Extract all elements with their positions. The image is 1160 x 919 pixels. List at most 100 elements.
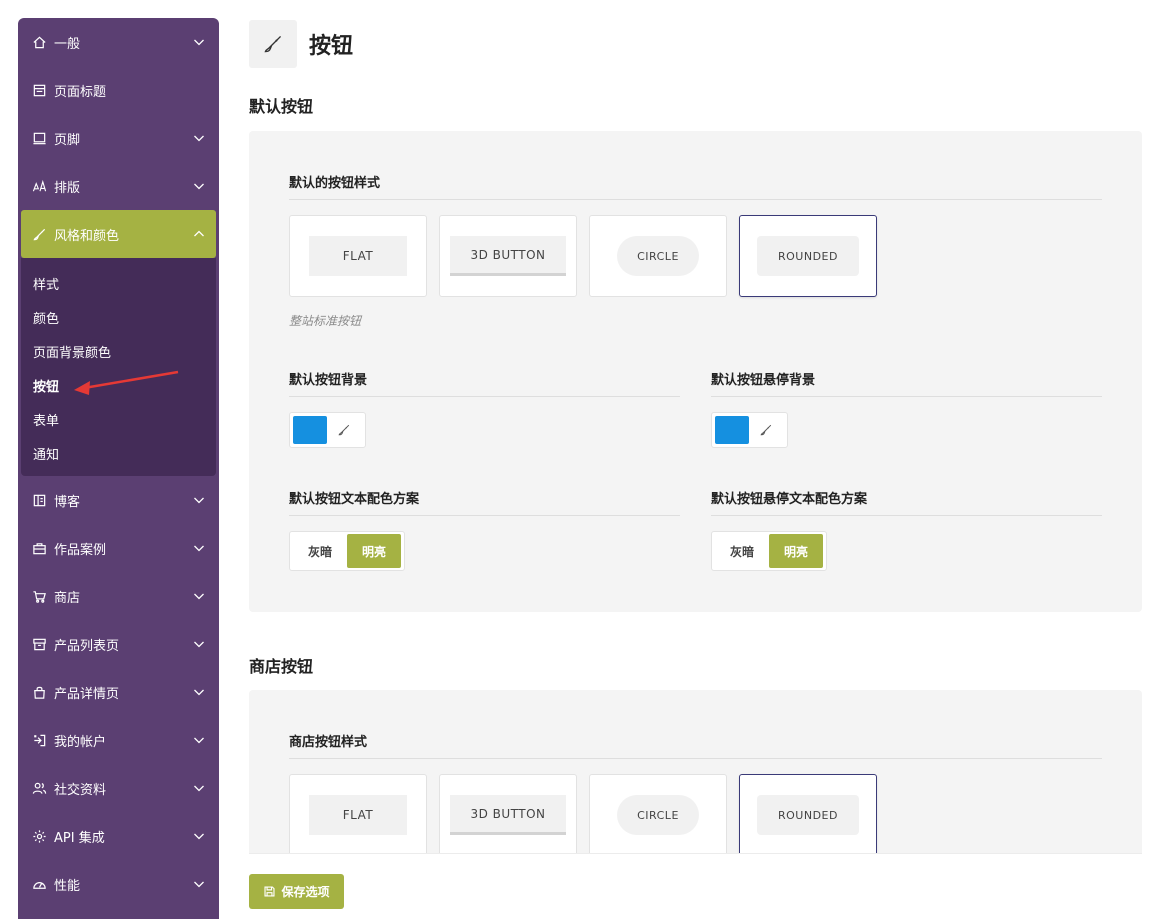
chevron-down-icon[interactable]: [193, 132, 205, 144]
sidebar-item-page-title[interactable]: 页面标题: [18, 66, 219, 114]
chevron-down-icon[interactable]: [193, 782, 205, 794]
chevron-down-icon[interactable]: [193, 590, 205, 602]
chevron-down-icon[interactable]: [193, 686, 205, 698]
text-scheme-toggle[interactable]: 灰暗 明亮: [289, 531, 405, 571]
sidebar-item-social[interactable]: 社交资料: [18, 764, 219, 812]
home-icon: [32, 35, 47, 50]
sidebar-item-label: 作品案例: [54, 542, 107, 558]
submenu-item-style[interactable]: 样式: [21, 266, 216, 300]
sidebar-item-shop[interactable]: 商店: [18, 572, 219, 620]
chevron-down-icon[interactable]: [193, 542, 205, 554]
chevron-down-icon[interactable]: [193, 494, 205, 506]
shop-style-option-rounded[interactable]: ROUNDED: [739, 774, 877, 856]
product-detail-icon: [32, 685, 47, 700]
section-title-default: 默认按钮: [249, 97, 314, 116]
text-scheme-label: 默认按钮文本配色方案: [289, 492, 420, 507]
save-icon: [264, 886, 276, 897]
sidebar-item-typography[interactable]: 排版: [18, 162, 219, 210]
flat-sample: FLAT: [309, 236, 407, 276]
hover-text-scheme-label: 默认按钮悬停文本配色方案: [711, 492, 868, 507]
style-option-flat[interactable]: FLAT: [289, 215, 427, 297]
submenu-item-notices[interactable]: 通知: [21, 436, 216, 470]
3d-sample: 3D BUTTON: [450, 795, 566, 835]
save-button-label: 保存选项: [281, 885, 330, 899]
sidebar-item-product-list[interactable]: 产品列表页: [18, 620, 219, 668]
hover-text-scheme-toggle[interactable]: 灰暗 明亮: [711, 531, 827, 571]
circle-sample: CIRCLE: [617, 795, 699, 835]
scheme-option-light[interactable]: 明亮: [347, 534, 401, 568]
product-list-icon: [32, 637, 47, 652]
hover-scheme-option-light[interactable]: 明亮: [769, 534, 823, 568]
page-title-icon: [32, 83, 47, 98]
bg-color-picker[interactable]: [289, 412, 366, 448]
sidebar-item-label: 我的帐户: [54, 734, 107, 750]
typography-icon: [32, 179, 47, 194]
account-icon: [32, 733, 47, 748]
style-hint: 整站标准按钮: [289, 314, 362, 328]
sidebar-item-label: 性能: [54, 878, 81, 894]
sidebar-item-general[interactable]: 一般: [18, 18, 219, 66]
submenu-item-buttons[interactable]: 按钮: [21, 368, 216, 402]
shop-style-option-flat[interactable]: FLAT: [289, 774, 427, 856]
cart-icon: [32, 589, 47, 604]
sidebar-item-label: 博客: [54, 494, 81, 510]
sidebar-item-portfolio[interactable]: 作品案例: [18, 524, 219, 572]
sidebar-item-performance[interactable]: 性能: [18, 860, 219, 908]
chevron-down-icon[interactable]: [193, 734, 205, 746]
flat-sample: FLAT: [309, 795, 407, 835]
save-bar: 保存选项: [249, 853, 1142, 919]
sidebar-item-label: 排版: [54, 180, 81, 196]
chevron-down-icon[interactable]: [193, 878, 205, 890]
style-option-3d[interactable]: 3D BUTTON: [439, 215, 577, 297]
chevron-down-icon[interactable]: [193, 830, 205, 842]
submenu-item-forms[interactable]: 表单: [21, 402, 216, 436]
submenu-item-page-bg[interactable]: 页面背景颜色: [21, 334, 216, 368]
sidebar-item-label: 产品详情页: [54, 686, 120, 702]
hover-bg-label: 默认按钮悬停背景: [711, 373, 816, 388]
sidebar-item-blog[interactable]: 博客: [18, 476, 219, 524]
footer-icon: [32, 131, 47, 146]
brush-icon: [32, 227, 47, 242]
sidebar-item-label: 风格和颜色: [54, 228, 120, 244]
divider: [711, 396, 1102, 397]
sidebar-item-api[interactable]: API 集成: [18, 812, 219, 860]
sidebar-item-footer[interactable]: 页脚: [18, 114, 219, 162]
chevron-down-icon[interactable]: [193, 36, 205, 48]
style-option-rounded[interactable]: ROUNDED: [739, 215, 877, 297]
chevron-down-icon[interactable]: [193, 180, 205, 192]
shop-style-label: 商店按钮样式: [289, 735, 368, 750]
scheme-option-dark[interactable]: 灰暗: [293, 534, 347, 568]
submenu-item-colors[interactable]: 颜色: [21, 300, 216, 334]
sidebar-item-style-colors[interactable]: 风格和颜色: [21, 210, 216, 258]
rounded-sample: ROUNDED: [757, 795, 859, 835]
hover-bg-color-picker[interactable]: [711, 412, 788, 448]
default-buttons-panel: 默认的按钮样式 FLAT 3D BUTTON CIRCLE ROUNDED 整站…: [249, 131, 1142, 612]
save-button[interactable]: 保存选项: [249, 874, 344, 909]
page-title: 按钮: [309, 34, 354, 59]
rounded-sample: ROUNDED: [757, 236, 859, 276]
sidebar-item-label: API 集成: [54, 830, 105, 846]
sidebar-item-label: 商店: [54, 590, 81, 606]
sidebar-item-label: 页脚: [54, 132, 81, 148]
section-title-shop: 商店按钮: [249, 657, 314, 676]
chevron-up-icon[interactable]: [193, 228, 205, 240]
shop-style-option-3d[interactable]: 3D BUTTON: [439, 774, 577, 856]
style-label: 默认的按钮样式: [289, 176, 381, 191]
main-content: 按钮 默认按钮 默认的按钮样式 FLAT 3D BUTTON CIRCLE RO…: [249, 0, 1142, 919]
chevron-down-icon[interactable]: [193, 638, 205, 650]
bg-color-swatch[interactable]: [293, 416, 327, 444]
eyedropper-icon[interactable]: [327, 416, 361, 444]
eyedropper-icon[interactable]: [749, 416, 783, 444]
divider: [711, 515, 1102, 516]
shop-style-option-circle[interactable]: CIRCLE: [589, 774, 727, 856]
sidebar-item-my-account[interactable]: 我的帐户: [18, 716, 219, 764]
sidebar-item-product-detail[interactable]: 产品详情页: [18, 668, 219, 716]
style-option-circle[interactable]: CIRCLE: [589, 215, 727, 297]
social-icon: [32, 781, 47, 796]
divider: [289, 515, 680, 516]
hover-scheme-option-dark[interactable]: 灰暗: [715, 534, 769, 568]
divider: [289, 199, 1102, 200]
hover-bg-color-swatch[interactable]: [715, 416, 749, 444]
brush-icon: [249, 20, 297, 68]
divider: [289, 396, 680, 397]
